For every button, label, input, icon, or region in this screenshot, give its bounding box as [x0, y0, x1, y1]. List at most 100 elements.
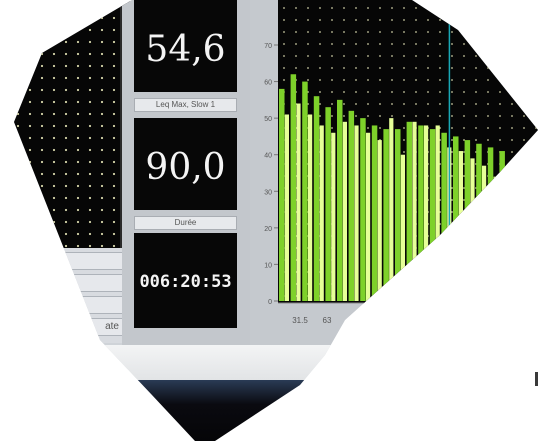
grid-dot	[391, 43, 393, 45]
grid-dot	[487, 187, 489, 189]
grid-dot	[463, 295, 465, 297]
grid-dot	[439, 67, 441, 69]
grid-dot	[343, 55, 345, 57]
grid-dot	[523, 103, 525, 105]
grid-dot	[355, 19, 357, 21]
grid-dot	[523, 211, 525, 213]
grid-dot	[451, 247, 453, 249]
leq-readout: 54,6	[134, 0, 237, 92]
grid-dot	[415, 7, 417, 9]
grid-dot	[511, 79, 513, 81]
grid-dot	[439, 79, 441, 81]
bar-series1	[325, 107, 331, 302]
grid-dot	[367, 19, 369, 21]
grid-dot	[439, 283, 441, 285]
grid-dot	[403, 151, 405, 153]
grid-dot	[535, 259, 537, 261]
grid-dot	[511, 283, 513, 285]
grid-dot	[499, 259, 501, 261]
bar-series2	[342, 121, 347, 301]
grid-dot	[535, 295, 537, 297]
bar-series1	[441, 132, 447, 301]
grid-dot	[535, 19, 537, 21]
grid-dot	[391, 91, 393, 93]
grid-dot	[367, 67, 369, 69]
grid-dot	[523, 235, 525, 237]
grid-dot	[355, 79, 357, 81]
grid-dot	[523, 91, 525, 93]
grid-dot	[463, 259, 465, 261]
grid-dot	[283, 55, 285, 57]
grid-dot	[403, 139, 405, 141]
grid-dot	[463, 115, 465, 117]
grid-dot	[475, 19, 477, 21]
grid-dot	[355, 67, 357, 69]
grid-dot	[427, 259, 429, 261]
grid-dot	[391, 115, 393, 117]
bar-series1	[418, 125, 424, 301]
grid-dot	[523, 43, 525, 45]
bar-series2	[331, 132, 336, 301]
grid-dot	[511, 259, 513, 261]
grid-dot	[451, 271, 453, 273]
left-button-4-label: ate	[105, 321, 119, 332]
grid-dot	[319, 67, 321, 69]
grid-dot	[427, 295, 429, 297]
grid-dot	[331, 103, 333, 105]
readout-panel: 54,6 Leq Max, Slow 1 90,0 Durée 006:20:5…	[122, 0, 250, 345]
grid-dot	[487, 259, 489, 261]
bar-series1	[476, 143, 482, 301]
grid-dot	[535, 79, 537, 81]
grid-dot	[451, 283, 453, 285]
grid-dot	[307, 19, 309, 21]
grid-dot	[535, 247, 537, 249]
grid-dot	[511, 115, 513, 117]
grid-dot	[523, 283, 525, 285]
grid-dot	[487, 295, 489, 297]
grid-dot	[439, 259, 441, 261]
left-button-3[interactable]	[14, 296, 124, 314]
grid-dot	[355, 43, 357, 45]
bar-series2	[412, 121, 417, 301]
leq-max-caption: Leq Max, Slow 1	[134, 98, 237, 112]
bar-series2	[284, 114, 289, 301]
grid-dot	[511, 19, 513, 21]
grid-dot	[523, 187, 525, 189]
grid-dot	[379, 55, 381, 57]
grid-dot	[367, 91, 369, 93]
grid-dot	[499, 199, 501, 201]
grid-dot	[427, 43, 429, 45]
grid-dot	[391, 7, 393, 9]
grid-dot	[535, 7, 537, 9]
grid-dot	[499, 187, 501, 189]
grid-dot	[451, 259, 453, 261]
grid-dot	[331, 31, 333, 33]
grid-dot	[463, 67, 465, 69]
grid-dot	[535, 127, 537, 129]
grid-dot	[343, 115, 345, 117]
y-tick-label: 50	[264, 116, 272, 123]
left-button-2[interactable]	[14, 274, 124, 292]
bar-series2	[296, 103, 301, 301]
grid-dot	[523, 223, 525, 225]
grid-dot	[439, 271, 441, 273]
left-button-4[interactable]: ate	[14, 318, 124, 336]
grid-dot	[295, 43, 297, 45]
grid-dot	[463, 7, 465, 9]
grid-dot	[427, 271, 429, 273]
grid-dot	[535, 151, 537, 153]
grid-dot	[499, 175, 501, 177]
grid-dot	[511, 43, 513, 45]
left-button-1[interactable]	[14, 252, 124, 270]
bar-series2	[308, 114, 313, 301]
grid-dot	[475, 79, 477, 81]
grid-dot	[295, 55, 297, 57]
grid-dot	[535, 175, 537, 177]
grid-dot	[523, 271, 525, 273]
grid-dot	[307, 79, 309, 81]
grid-dot	[535, 31, 537, 33]
grid-dot	[403, 67, 405, 69]
grid-dot	[463, 235, 465, 237]
grid-dot	[451, 79, 453, 81]
grid-dot	[427, 283, 429, 285]
